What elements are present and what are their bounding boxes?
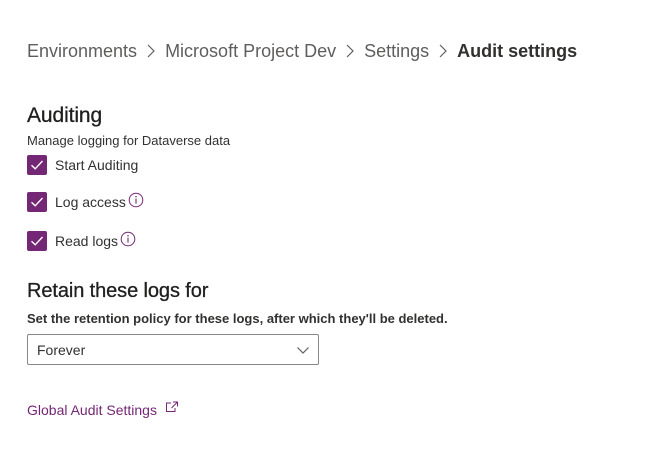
breadcrumb-environments[interactable]: Environments [27,39,137,63]
retention-period-value: Forever [37,341,86,358]
retention-period-dropdown[interactable]: Forever [27,334,319,365]
log-access-checkbox[interactable]: Log access [27,192,144,212]
retention-description: Set the retention policy for these logs,… [27,311,448,326]
checkmark-icon[interactable] [27,155,47,175]
breadcrumb-settings[interactable]: Settings [364,39,429,63]
chevron-right-icon [336,39,364,63]
log-access-label: Log access [55,194,126,210]
info-icon[interactable] [120,231,136,247]
chevron-down-icon [296,345,310,355]
info-icon[interactable] [128,192,144,208]
global-audit-settings-link[interactable]: Global Audit Settings [27,401,179,419]
auditing-description: Manage logging for Dataverse data [27,133,231,148]
audit-settings-page: Environments Microsoft Project Dev Setti… [0,0,657,451]
global-audit-settings-label: Global Audit Settings [27,402,157,418]
breadcrumb-environment-name[interactable]: Microsoft Project Dev [165,39,336,63]
read-logs-checkbox[interactable]: Read logs [27,231,136,251]
start-auditing-checkbox[interactable]: Start Auditing [27,155,138,175]
start-auditing-label: Start Auditing [55,157,139,173]
auditing-heading: Auditing [27,104,103,127]
retention-heading: Retain these logs for [27,280,209,302]
open-in-new-window-icon [165,401,179,413]
read-logs-label: Read logs [55,233,119,249]
chevron-right-icon [137,39,165,63]
checkmark-icon[interactable] [27,192,47,212]
breadcrumb-audit-settings: Audit settings [457,41,578,61]
chevron-right-icon [429,39,457,63]
breadcrumb: Environments Microsoft Project Dev Setti… [27,39,577,63]
checkmark-icon[interactable] [27,231,47,251]
